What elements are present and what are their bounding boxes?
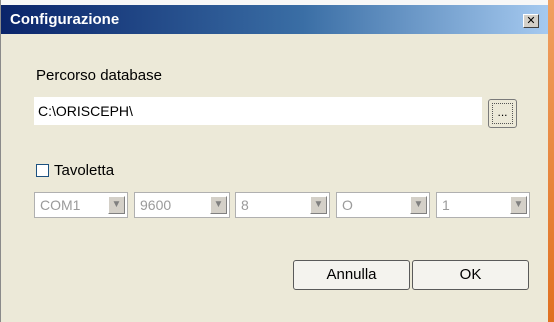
browse-button[interactable]: ... (488, 99, 517, 128)
cancel-button[interactable]: Annulla (293, 260, 410, 290)
parity-value: O (342, 197, 353, 213)
baud-select[interactable]: 9600 ▼ (134, 192, 230, 218)
port-select[interactable]: COM1 ▼ (34, 192, 128, 218)
chevron-down-icon[interactable]: ▼ (410, 196, 427, 214)
chevron-down-icon[interactable]: ▼ (108, 196, 125, 214)
title-bar[interactable]: Configurazione ✕ (1, 5, 549, 34)
chevron-down-icon[interactable]: ▼ (310, 196, 327, 214)
port-value: COM1 (40, 197, 81, 213)
database-path-label: Percorso database (36, 67, 162, 84)
browse-focus-rect (492, 103, 513, 124)
chevron-down-icon[interactable]: ▼ (210, 196, 227, 214)
window-right-edge (548, 0, 554, 322)
parity-select[interactable]: O ▼ (336, 192, 430, 218)
config-dialog: Configurazione ✕ Percorso database ... T… (0, 0, 554, 322)
window-title: Configurazione (10, 11, 120, 28)
ok-button[interactable]: OK (412, 260, 529, 290)
data-bits-value: 8 (241, 197, 249, 213)
baud-value: 9600 (140, 197, 172, 213)
stop-bits-select[interactable]: 1 ▼ (436, 192, 530, 218)
database-path-input[interactable] (34, 97, 482, 125)
data-bits-select[interactable]: 8 ▼ (235, 192, 330, 218)
chevron-down-icon[interactable]: ▼ (510, 196, 527, 214)
stop-bits-value: 1 (442, 197, 450, 213)
dialog-body: Percorso database ... Tavoletta COM1 ▼ 9… (1, 34, 549, 322)
tavoletta-checkbox[interactable] (36, 164, 49, 177)
close-icon[interactable]: ✕ (523, 14, 539, 28)
tavoletta-label: Tavoletta (54, 162, 115, 179)
